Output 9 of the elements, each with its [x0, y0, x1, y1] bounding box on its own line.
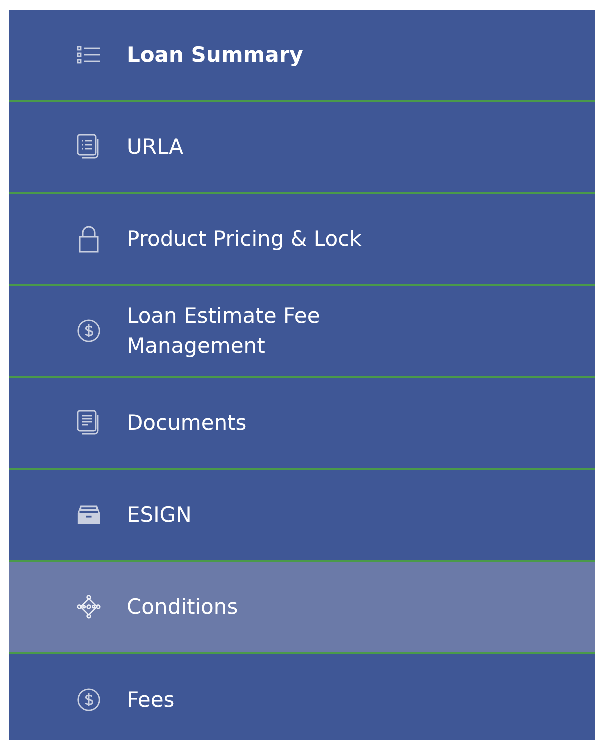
network-icon [77, 593, 101, 621]
document-icon [77, 410, 101, 436]
dollar-icon [77, 318, 101, 344]
tray-icon [77, 504, 101, 526]
form-icon [77, 134, 101, 160]
lock-icon [77, 225, 101, 253]
nav-item[interactable]: Conditions [9, 562, 595, 654]
list-icon [77, 45, 101, 65]
dollar-icon [77, 687, 101, 713]
